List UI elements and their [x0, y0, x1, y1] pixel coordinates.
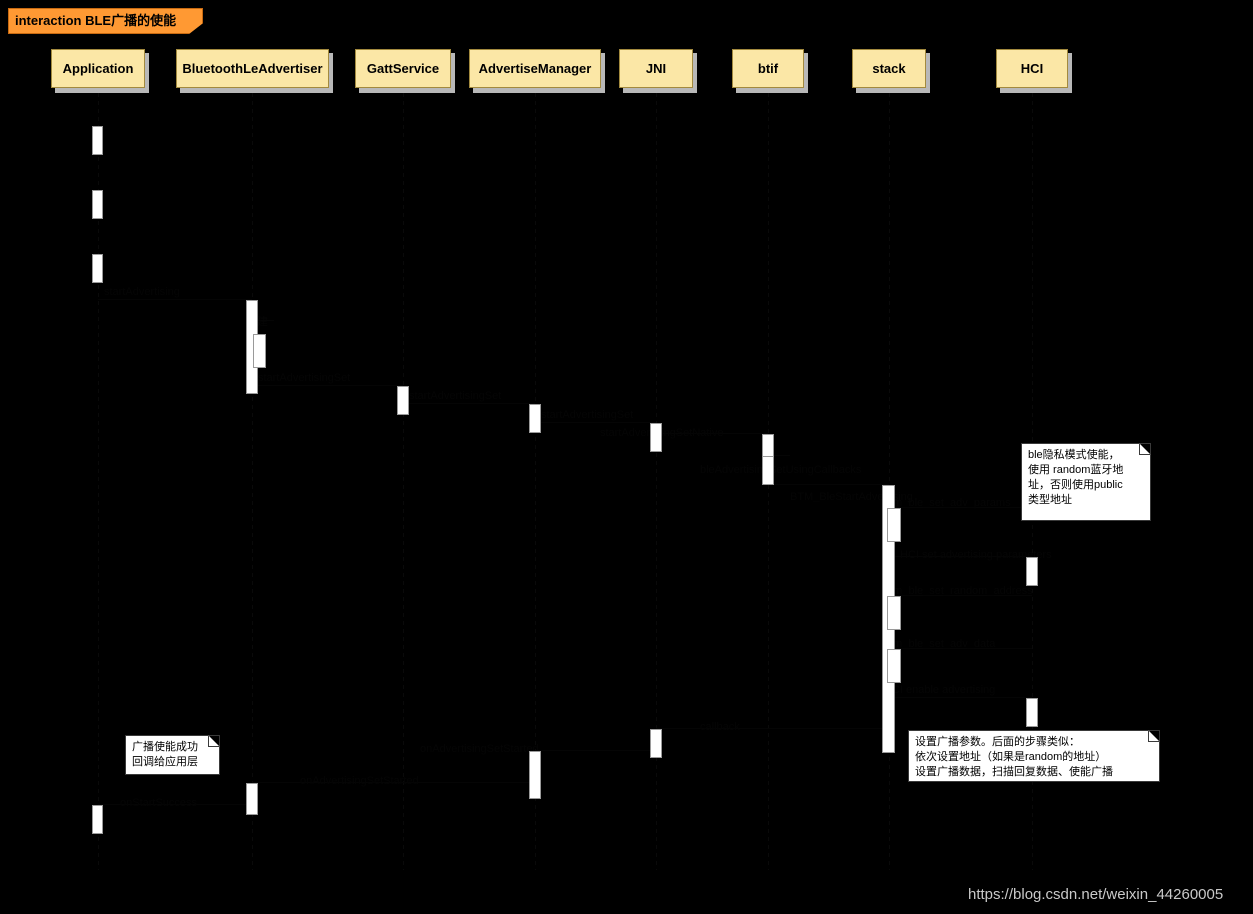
participant-btif[interactable]: btif: [732, 49, 804, 88]
participant-label: BluetoothLeAdvertiser: [182, 61, 323, 76]
participant-gattservice[interactable]: GattService: [355, 49, 451, 88]
watermark-text: https://blog.csdn.net/weixin_44260005: [968, 886, 1224, 903]
participant-label: AdvertiseManager: [478, 61, 592, 76]
participant-base-hci: [1000, 88, 1072, 93]
note-text: 广播使能成功 回调给应用层: [132, 741, 198, 768]
message-label: HCI enable advertising: [884, 684, 996, 696]
note-fold-icon: [1139, 444, 1150, 455]
lifeline-stack: [889, 93, 890, 870]
message-arrow: [252, 782, 535, 783]
sequence-diagram-canvas: interaction BLE广播的使能 startAdvertising创建s…: [0, 0, 1253, 914]
message-arrow: [889, 507, 1032, 508]
participant-base-stack: [856, 88, 930, 93]
advertiser-act-2: [246, 783, 258, 815]
lifeline-gattservice: [403, 93, 404, 870]
participant-label: JNI: [645, 61, 667, 76]
advertiser-act-1-sub: [253, 334, 266, 368]
stack-act-sub-3: [887, 649, 901, 683]
stack-act-sub-2: [887, 596, 901, 630]
participant-label: HCI: [1020, 61, 1044, 76]
message-arrow: [252, 385, 403, 386]
application-act-3: [92, 254, 103, 283]
participant-base-application: [55, 88, 149, 93]
message-arrow: [656, 433, 768, 434]
participant-label: stack: [872, 61, 906, 76]
note-adv-params: 设置广播参数。后面的步骤类似： 依次设置地址（如果是random的地址） 设置广…: [908, 730, 1160, 782]
interaction-frame-label: interaction BLE广播的使能: [8, 8, 203, 34]
message-label: startAdvertisingSet: [258, 372, 351, 384]
lifeline-advertiser: [252, 93, 253, 870]
message-label: onStartSuccess: [120, 797, 198, 809]
message-label: startAdvertising: [104, 286, 180, 298]
application-act-2: [92, 190, 103, 219]
message-arrow: [768, 484, 889, 485]
hci-act-1: [1026, 557, 1038, 586]
application-act-4: [92, 805, 103, 834]
message-label: onAdvertisingSetStarted: [420, 743, 539, 755]
message-label: startAdvertisingSet: [541, 409, 634, 421]
participant-label: btif: [757, 61, 779, 76]
message-arrow: [889, 556, 1032, 557]
message-label: startAdvertisingSet: [409, 390, 502, 402]
note-callback-success: 广播使能成功 回调给应用层: [125, 735, 220, 775]
participant-jni[interactable]: JNI: [619, 49, 693, 88]
message-arrow: [403, 403, 535, 404]
message-arrow: [98, 299, 252, 300]
participant-base-gattservice: [359, 88, 455, 93]
participant-base-advmanager: [473, 88, 605, 93]
note-text: ble隐私模式使能， 使用 random蓝牙地 址，否则使用public 类型地…: [1028, 449, 1124, 506]
participant-base-btif: [736, 88, 808, 93]
message-arrow: [889, 595, 1032, 596]
jni-act-1: [650, 423, 662, 452]
participant-stack[interactable]: stack: [852, 49, 926, 88]
participant-base-advertiser: [180, 88, 333, 93]
participant-hci[interactable]: HCI: [996, 49, 1068, 88]
gattservice-act-1: [397, 386, 409, 415]
note-privacy-mode: ble隐私模式使能， 使用 random蓝牙地 址，否则使用public 类型地…: [1021, 443, 1151, 521]
participant-label: GattService: [366, 61, 440, 76]
note-text: 设置广播参数。后面的步骤类似： 依次设置地址（如果是random的地址） 设置广…: [915, 736, 1113, 778]
message-label: callback: [700, 721, 740, 733]
note-fold-icon: [208, 736, 219, 747]
message-arrow: [535, 422, 656, 423]
participant-label: Application: [62, 61, 134, 76]
jni-act-2: [650, 729, 662, 758]
note-fold-icon: [1148, 731, 1159, 742]
message-arrow: [889, 697, 1032, 698]
advmanager-act-1: [529, 404, 541, 433]
application-act-1: [92, 126, 103, 155]
btif-act-2: [762, 456, 774, 485]
participant-base-jni: [623, 88, 697, 93]
advmanager-act-2: [529, 751, 541, 799]
message-arrow: [656, 728, 889, 729]
message-arrow: [889, 648, 1032, 649]
participant-application[interactable]: Application: [51, 49, 145, 88]
message-arrow: [535, 750, 656, 751]
hci-act-2: [1026, 698, 1038, 727]
participant-advmanager[interactable]: AdvertiseManager: [469, 49, 601, 88]
stack-act-sub-1: [887, 508, 901, 542]
participant-advertiser[interactable]: BluetoothLeAdvertiser: [176, 49, 329, 88]
message-label: onAdvertisingSetStarted: [300, 775, 419, 787]
message-arrow: [98, 804, 252, 805]
message-label: bleAdvertisingSetUsingCallbacks: [700, 464, 862, 476]
